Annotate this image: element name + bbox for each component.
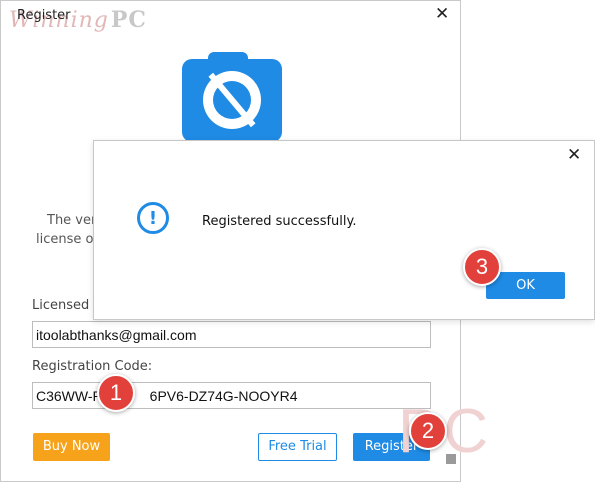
buy-now-button[interactable]: Buy Now [33, 433, 110, 461]
camera-bump [208, 52, 248, 66]
camera-logo-icon [182, 52, 282, 142]
info-icon: ! [137, 202, 169, 234]
close-icon[interactable]: ✕ [435, 4, 449, 24]
step-badge-1: 1 [97, 374, 135, 412]
step-badge-3: 3 [463, 248, 501, 286]
email-field[interactable]: itoolabthanks@gmail.com [32, 321, 431, 348]
watermark-pc: PC [110, 7, 147, 33]
free-trial-button[interactable]: Free Trial [258, 433, 337, 461]
registration-code-field[interactable]: C36WW-P2 6PV6-DZ74G-NOOYR4 [32, 382, 431, 409]
email-value: itoolabthanks@gmail.com [36, 327, 197, 343]
registration-code-label: Registration Code: [32, 359, 153, 374]
dialog-message: Registered successfully. [202, 214, 357, 229]
success-dialog: ✕ ! Registered successfully. OK [93, 140, 595, 320]
step-badge-2: 2 [409, 412, 447, 450]
info-text-line1: The ver [47, 213, 97, 228]
window-title: Register [17, 8, 71, 23]
corner-watermark-square [446, 454, 456, 464]
registration-code-value-tail: 6PV6-DZ74G-NOOYR4 [149, 388, 298, 404]
camera-lens [203, 71, 261, 129]
info-text-line2: license o [36, 232, 94, 247]
dialog-close-icon[interactable]: ✕ [567, 145, 581, 165]
licensed-email-label: Licensed E [32, 298, 102, 313]
